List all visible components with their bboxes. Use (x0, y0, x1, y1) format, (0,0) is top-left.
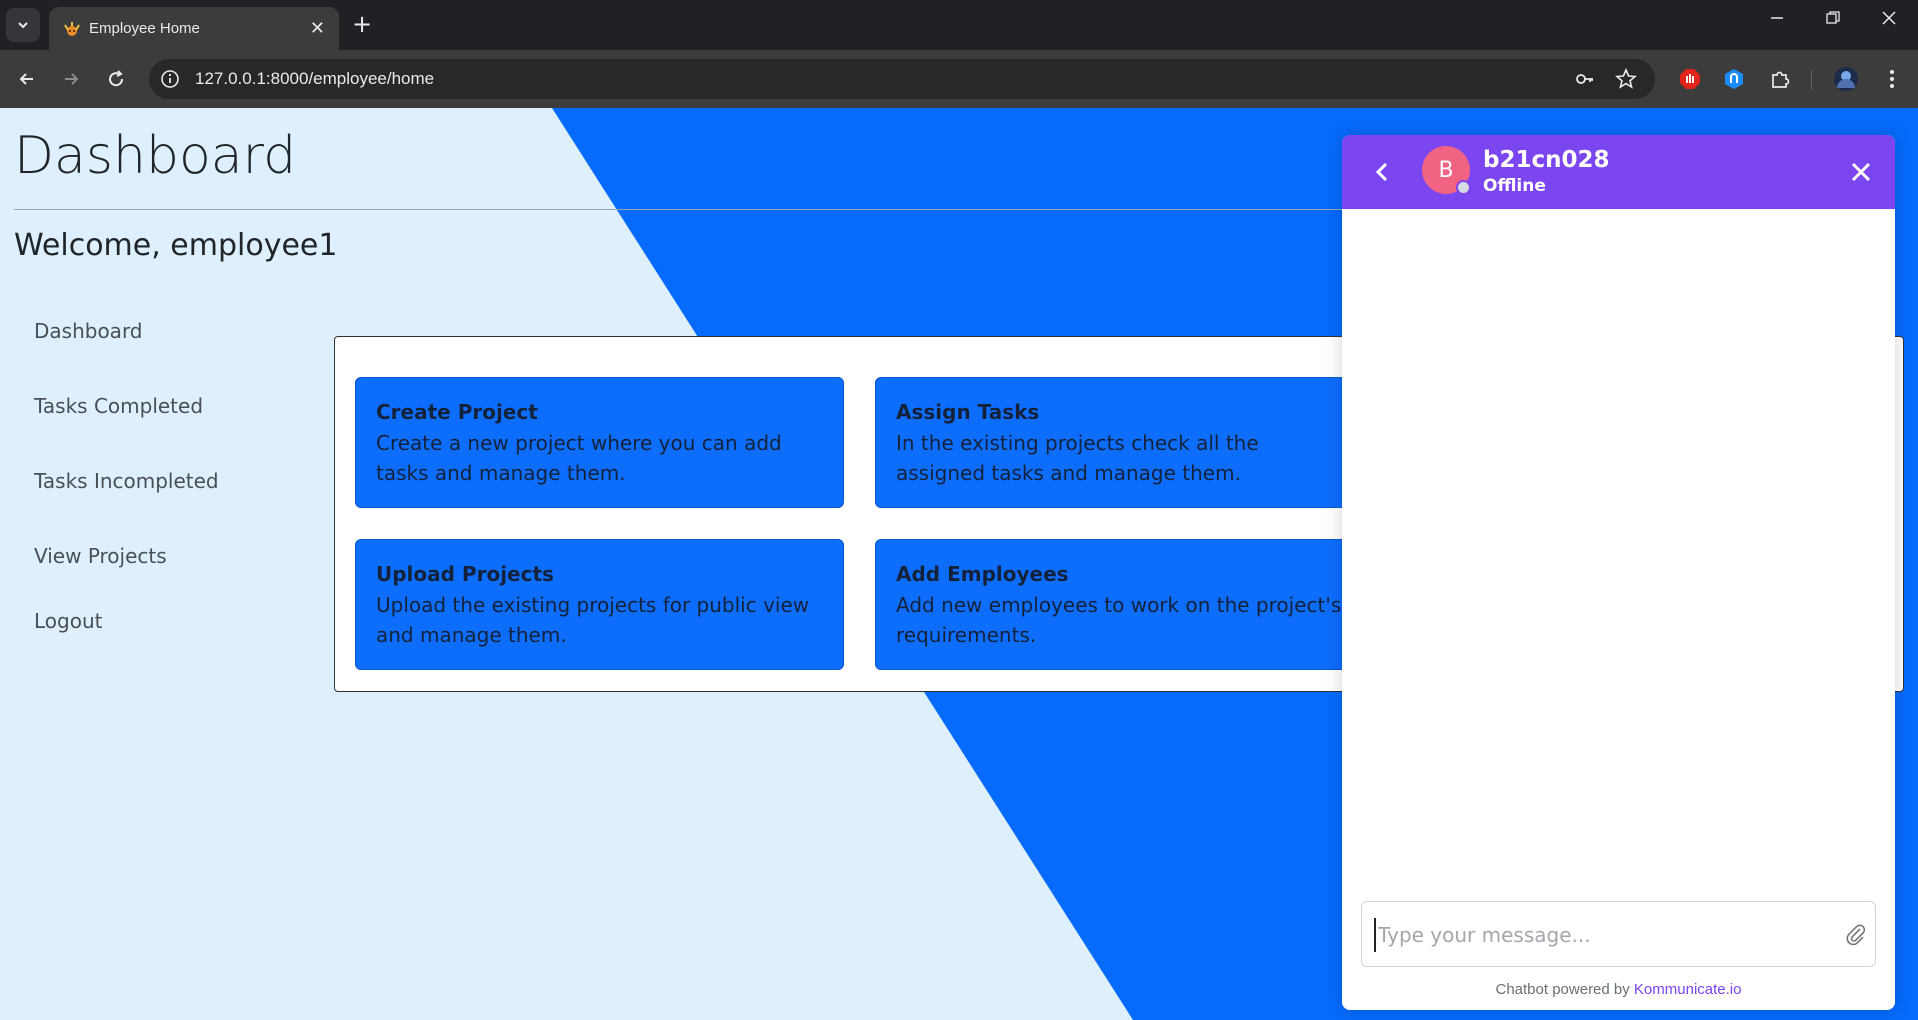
reload-button[interactable] (101, 64, 131, 94)
welcome-text: Welcome, employee1 (14, 228, 338, 263)
card-upload-projects[interactable]: Upload Projects Upload the existing proj… (355, 539, 844, 670)
sidebar-item-dashboard[interactable]: Dashboard (34, 319, 143, 343)
card-title: Assign Tasks (896, 400, 1040, 424)
card-title: Upload Projects (376, 562, 554, 586)
url-text[interactable]: 127.0.0.1:8000/employee/home (195, 69, 434, 89)
tab-search-button[interactable] (6, 8, 40, 42)
chevron-down-icon (18, 22, 28, 29)
sidebar-item-tasks-incompleted[interactable]: Tasks Incompleted (34, 469, 219, 493)
kommunicate-link[interactable]: Kommunicate.io (1634, 981, 1742, 998)
title-divider (14, 209, 1344, 210)
card-description: Upload the existing projects for public … (376, 593, 810, 647)
toolbar-divider (1811, 70, 1812, 90)
new-tab-button[interactable]: + (352, 10, 372, 38)
browser-menu-icon[interactable] (1878, 65, 1906, 93)
browser-tab-strip: Employee Home ✕ + (0, 0, 1918, 50)
restore-icon[interactable] (1825, 10, 1841, 31)
close-icon[interactable] (1848, 159, 1874, 185)
tab-close-icon[interactable]: ✕ (310, 18, 325, 39)
chat-message-input[interactable] (1374, 918, 1824, 952)
paperclip-icon[interactable] (1844, 923, 1868, 947)
browser-tab[interactable]: Employee Home ✕ (49, 7, 339, 50)
reload-icon (109, 70, 124, 87)
card-add-employees[interactable]: Add Employees Add new employees to work … (875, 539, 1364, 670)
card-assign-tasks[interactable]: Assign Tasks In the existing projects ch… (875, 377, 1364, 508)
address-bar[interactable]: 127.0.0.1:8000/employee/home (149, 59, 1655, 99)
chevron-left-icon[interactable] (1370, 159, 1396, 185)
back-button[interactable] (12, 64, 42, 94)
browser-toolbar: 127.0.0.1:8000/employee/home (0, 50, 1918, 108)
page-title: Dashboard (14, 126, 297, 186)
chat-contact-status: Offline (1483, 176, 1546, 196)
chat-message-box[interactable] (1361, 901, 1876, 967)
bookmark-star-icon[interactable] (1615, 68, 1637, 90)
minimize-icon[interactable] (1769, 10, 1785, 31)
site-favicon-icon (64, 22, 80, 36)
sidebar-item-logout[interactable]: Logout (34, 609, 102, 633)
powered-by-label: Chatbot powered by (1495, 981, 1634, 998)
card-description: In the existing projects check all the a… (896, 431, 1259, 485)
sidebar-item-tasks-completed[interactable]: Tasks Completed (34, 394, 203, 418)
card-title: Create Project (376, 400, 538, 424)
close-window-icon[interactable] (1881, 10, 1897, 31)
tab-title: Employee Home (89, 20, 200, 37)
arrow-right-icon (65, 73, 79, 85)
extension-adblock-icon[interactable] (1676, 65, 1704, 93)
extensions-puzzle-icon[interactable] (1766, 65, 1794, 93)
site-info-icon[interactable] (159, 68, 181, 90)
forward-button[interactable] (56, 64, 86, 94)
presence-status-dot (1456, 180, 1471, 195)
arrow-left-icon (19, 73, 33, 85)
extension-blue-icon[interactable] (1720, 65, 1748, 93)
chat-powered-by: Chatbot powered by Kommunicate.io (1342, 981, 1895, 998)
chat-header: B b21cn028 Offline (1342, 135, 1895, 209)
card-title: Add Employees (896, 562, 1069, 586)
chat-widget: B b21cn028 Offline Chatbot powered by Ko… (1342, 135, 1895, 1010)
card-create-project[interactable]: Create Project Create a new project wher… (355, 377, 844, 508)
password-key-icon[interactable] (1574, 68, 1596, 90)
chat-contact-name: b21cn028 (1483, 147, 1610, 173)
profile-avatar[interactable] (1832, 65, 1860, 93)
chat-message-area (1342, 209, 1895, 889)
card-description: Create a new project where you can add t… (376, 431, 782, 485)
sidebar-item-view-projects[interactable]: View Projects (34, 544, 167, 568)
card-description: Add new employees to work on the project… (896, 593, 1342, 647)
